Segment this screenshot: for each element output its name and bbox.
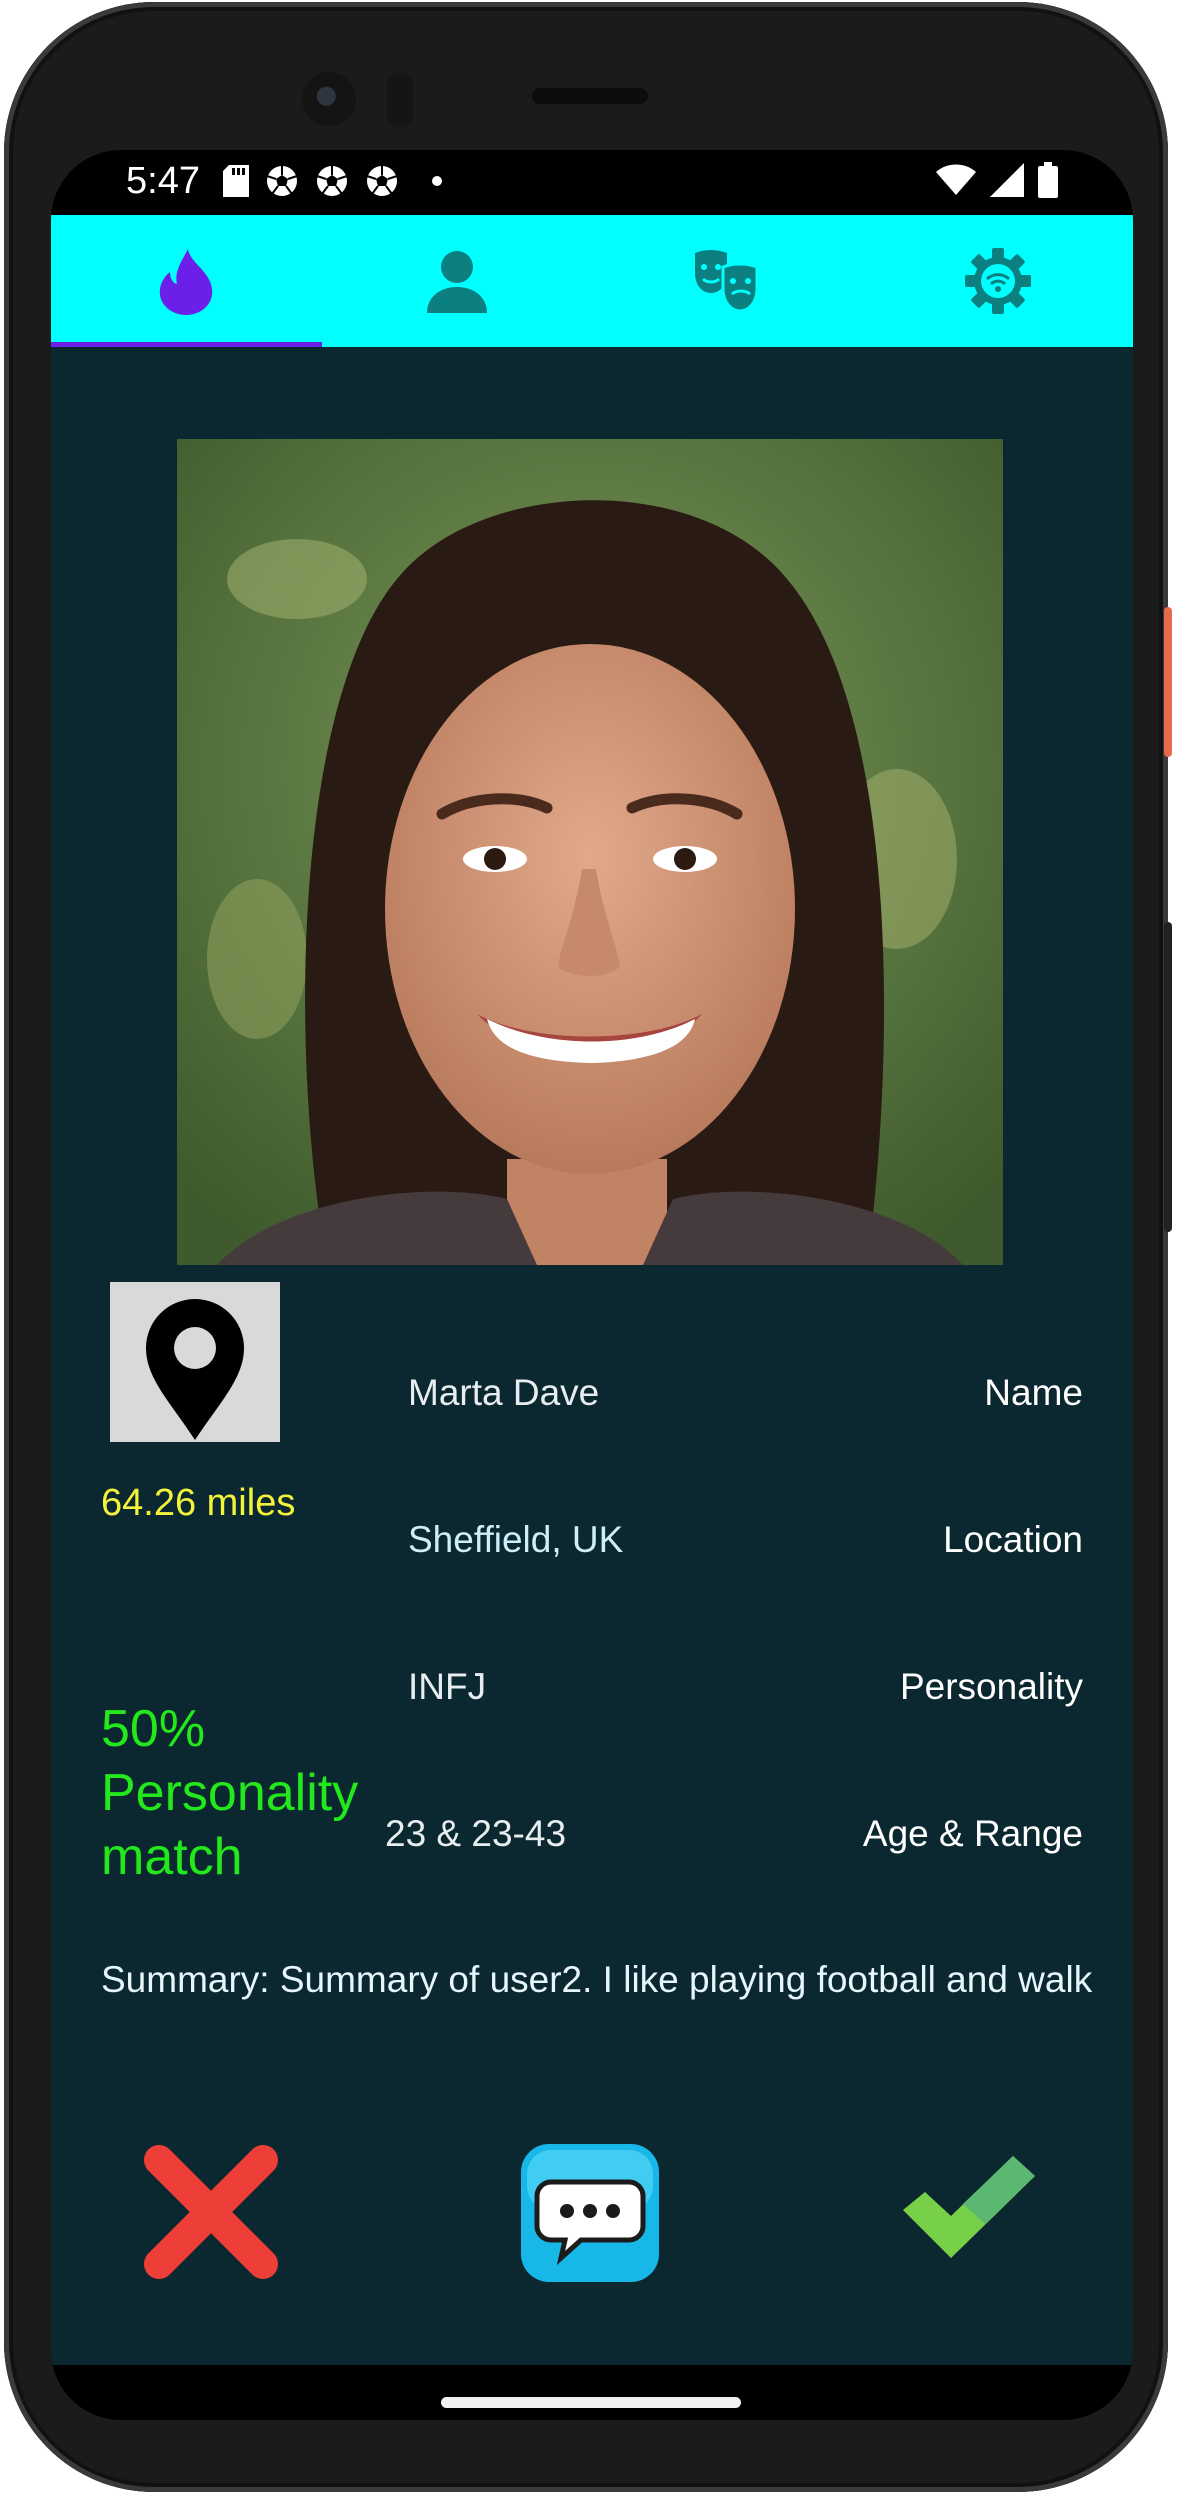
summary-text: Summary: Summary of user2. I like playin…: [101, 1959, 1093, 2000]
wifi-icon: [936, 164, 976, 195]
age-range-value: 23 & 23-43: [385, 1813, 567, 1854]
location-pin-box: [110, 1282, 280, 1442]
location-value: Sheffield, UK: [408, 1519, 624, 1560]
theater-masks-icon: [695, 250, 759, 313]
distance-text: 64.26 miles: [101, 1482, 296, 1524]
flame-icon: [160, 249, 213, 315]
personality-value: INFJ: [408, 1666, 487, 1707]
reject-button[interactable]: [141, 2142, 281, 2282]
map-pin-icon: [146, 1299, 244, 1440]
personality-match-text: 50% Personality match: [101, 1700, 359, 1886]
tab-discover[interactable]: [51, 215, 322, 347]
personality-label: Personality: [899, 1666, 1083, 1707]
phone-frame: 5:47 64.26 miles 50% Personality match M…: [4, 2, 1172, 2492]
battery-icon: [1038, 162, 1058, 198]
accept-button[interactable]: [899, 2152, 1039, 2262]
chat-button[interactable]: [519, 2142, 661, 2284]
notification-icons: [223, 164, 449, 198]
profile-card: 64.26 miles 50% Personality match Marta …: [51, 347, 1133, 2365]
portrait-photo: [177, 439, 1003, 1265]
name-label: Name: [984, 1372, 1083, 1413]
name-value: Marta Dave: [408, 1372, 600, 1413]
earpiece-speaker: [532, 88, 648, 104]
tab-personality[interactable]: [592, 215, 863, 347]
proximity-sensor: [387, 72, 413, 128]
sd-card-icon: [223, 165, 249, 197]
chat-bubble-icon: [521, 2144, 659, 2282]
soccer-ball-icon: [366, 166, 398, 196]
power-button: [1164, 607, 1172, 757]
front-camera: [302, 72, 356, 126]
cellular-signal-icon: [990, 163, 1024, 197]
system-icons: [936, 162, 1058, 198]
volume-button: [1164, 922, 1172, 1232]
wireless-settings-icon: [964, 248, 1031, 314]
soccer-ball-icon: [266, 166, 298, 196]
status-time: 5:47: [126, 160, 200, 202]
profile-photo: [177, 439, 1003, 1265]
status-bar: 5:47: [51, 150, 1133, 215]
tab-settings[interactable]: [863, 215, 1134, 347]
home-indicator[interactable]: [441, 2397, 741, 2408]
person-icon: [426, 251, 487, 313]
tab-profile[interactable]: [322, 215, 593, 347]
location-label: Location: [943, 1519, 1083, 1560]
screen: 5:47 64.26 miles 50% Personality match M…: [51, 150, 1133, 2420]
tab-bar: [51, 215, 1133, 347]
dot-icon: [432, 176, 442, 186]
checkmark-icon: [903, 2156, 1035, 2258]
close-x-icon: [144, 2145, 278, 2279]
age-range-label: Age & Range: [862, 1813, 1083, 1854]
soccer-ball-icon: [316, 166, 348, 196]
navigation-bar: [51, 2365, 1133, 2420]
